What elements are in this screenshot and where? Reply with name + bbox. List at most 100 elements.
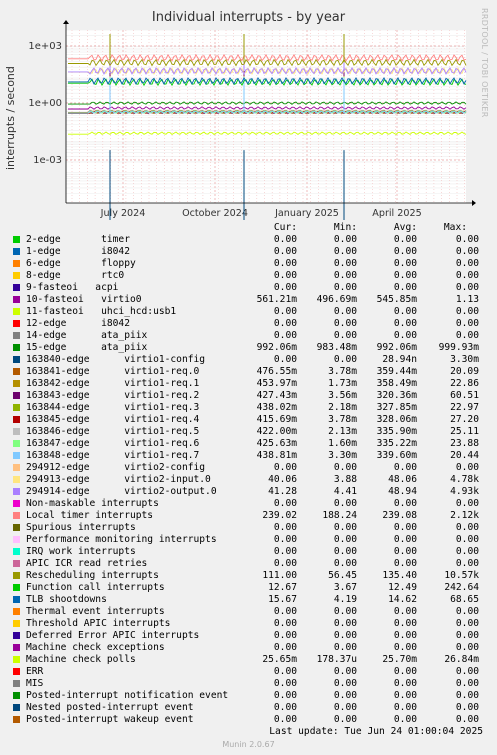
legend-max-value: 0.00: [455, 558, 479, 569]
legend-cur-value: 561.21m: [256, 294, 297, 305]
legend-max-value: 25.11: [450, 426, 479, 437]
legend-label: 10-fasteoi virtio0: [26, 294, 142, 305]
legend-min-value: 0.00: [333, 282, 357, 293]
legend-min-value: 0.00: [333, 534, 357, 545]
legend-cur-value: 0.00: [273, 234, 297, 245]
legend-avg-value: 0.00: [393, 702, 417, 713]
legend-min-value: 3.78m: [328, 366, 357, 377]
legend-cur-value: 0.00: [273, 630, 297, 641]
legend-row: APIC ICR read retries 0.00 0.00 0.00 0.00: [0, 558, 497, 570]
legend-min-value: 188.24: [322, 510, 357, 521]
legend-label: 1-edge i8042: [26, 246, 130, 257]
legend-max-value: 20.09: [450, 366, 479, 377]
legend-label: 163843-edge virtio1-req.2: [26, 390, 200, 401]
y-axis-arrow: [63, 20, 69, 24]
munin-version: Munin 2.0.67: [222, 740, 275, 749]
col-header-min: Min:: [333, 222, 357, 233]
legend-swatch: [13, 644, 20, 651]
legend-swatch: [13, 716, 20, 723]
legend-avg-value: 0.00: [393, 666, 417, 677]
legend-label: 163842-edge virtio1-req.1: [26, 378, 200, 389]
legend-row: Thermal event interrupts 0.00 0.00 0.00 0.00: [0, 606, 497, 618]
legend-row: 163843-edge virtio1-req.2 427.43m 3.56m 320…: [0, 390, 497, 402]
y-tick-label: 1e+03: [28, 41, 62, 52]
legend-swatch: [13, 500, 20, 507]
legend-row: Posted-interrupt notification event 0.00 0…: [0, 690, 497, 702]
legend-row: 163847-edge virtio1-req.6 425.63m 1.60m 335…: [0, 438, 497, 450]
legend-row: Function call interrupts 12.67 3.67 12.49 24…: [0, 582, 497, 594]
legend-swatch: [13, 452, 20, 459]
legend-avg-value: 28.94n: [382, 354, 417, 365]
legend-min-value: 496.69m: [316, 294, 357, 305]
legend-swatch: [13, 596, 20, 603]
legend-row: 2-edge timer 0.00 0.00 0.00 0.00: [0, 234, 497, 246]
legend-cur-value: 25.65m: [262, 654, 297, 665]
legend-min-value: 0.00: [333, 330, 357, 341]
legend-avg-value: 0.00: [393, 498, 417, 509]
legend-swatch: [13, 416, 20, 423]
legend-cur-value: 0.00: [273, 546, 297, 557]
legend-label: IRQ work interrupts: [26, 546, 136, 557]
legend-row: 294913-edge virtio2-input.0 40.06 3.88 48.0…: [0, 474, 497, 486]
legend-cur-value: 438.81m: [256, 450, 297, 461]
legend-label: 294914-edge virtio2-output.0: [26, 486, 217, 497]
legend-avg-value: 0.00: [393, 714, 417, 725]
legend-max-value: 0.00: [455, 318, 479, 329]
legend-cur-value: 0.00: [273, 522, 297, 533]
legend-label: 8-edge rtc0: [26, 270, 125, 281]
legend-label: 9-fasteoi acpi: [26, 282, 119, 293]
x-tick-label: July 2024: [100, 208, 146, 219]
legend-min-value: 0.00: [333, 618, 357, 629]
legend-min-value: 0.00: [333, 462, 357, 473]
legend-avg-value: 0.00: [393, 282, 417, 293]
legend-label: Function call interrupts: [26, 582, 165, 593]
legend-swatch: [13, 272, 20, 279]
legend-swatch: [13, 680, 20, 687]
legend-row: 163842-edge virtio1-req.1 453.97m 1.73m 358…: [0, 378, 497, 390]
legend-label: 294913-edge virtio2-input.0: [26, 474, 211, 485]
legend-cur-value: 453.97m: [256, 378, 297, 389]
legend-avg-value: 335.90m: [376, 426, 417, 437]
legend-cur-value: 992.06m: [256, 342, 297, 353]
legend-label: Thermal event interrupts: [26, 606, 165, 617]
legend-min-value: 0.00: [333, 558, 357, 569]
legend-label: 163840-edge virtio1-config: [26, 354, 206, 365]
legend-max-value: 0.00: [455, 246, 479, 257]
legend-avg-value: 0.00: [393, 246, 417, 257]
legend-max-value: 0.00: [455, 282, 479, 293]
legend-label: Performance monitoring interrupts: [26, 534, 217, 545]
legend-row: 163841-edge virtio1-req.0 476.55m 3.78m 359…: [0, 366, 497, 378]
legend-avg-value: 0.00: [393, 534, 417, 545]
legend-avg-value: 0.00: [393, 462, 417, 473]
legend-swatch: [13, 632, 20, 639]
legend-swatch: [13, 536, 20, 543]
legend-cur-value: 0.00: [273, 282, 297, 293]
legend-min-value: 1.60m: [328, 438, 357, 449]
legend-swatch: [13, 380, 20, 387]
legend-swatch: [13, 524, 20, 531]
legend-row: 163846-edge virtio1-req.5 422.00m 2.13m 335…: [0, 426, 497, 438]
legend-swatch: [13, 392, 20, 399]
legend-swatch: [13, 608, 20, 615]
legend-avg-value: 0.00: [393, 546, 417, 557]
legend-avg-value: 14.62: [388, 594, 417, 605]
legend-swatch: [13, 464, 20, 471]
legend-min-value: 3.56m: [328, 390, 357, 401]
legend-min-value: 0.00: [333, 246, 357, 257]
legend-cur-value: 0.00: [273, 258, 297, 269]
legend-swatch: [13, 368, 20, 375]
legend-cur-value: 0.00: [273, 498, 297, 509]
legend-swatch: [13, 308, 20, 315]
legend-cur-value: 111.00: [262, 570, 297, 581]
legend-swatch: [13, 572, 20, 579]
legend-avg-value: 328.06m: [376, 414, 417, 425]
legend-cur-value: 0.00: [273, 666, 297, 677]
legend-swatch: [13, 548, 20, 555]
legend-avg-value: 335.22m: [376, 438, 417, 449]
legend-swatch: [13, 248, 20, 255]
legend-swatch: [13, 692, 20, 699]
legend-max-value: 10.57k: [444, 570, 479, 581]
legend-max-value: 1.13: [455, 294, 479, 305]
col-header-max: Max:: [443, 222, 467, 233]
legend-label: 6-edge floppy: [26, 258, 136, 269]
